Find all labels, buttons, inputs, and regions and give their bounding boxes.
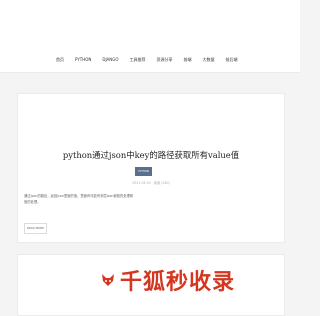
nav-item-home[interactable]: 首页 — [56, 57, 64, 63]
read-more-button[interactable]: READ MORE — [24, 223, 47, 234]
watermark-logo: 千狐秒收录 — [100, 264, 235, 296]
main-nav: 首页 PYTHON DJANGO 工具推荐 资源分享 前端 大数据 前后端 — [56, 57, 249, 63]
nav-item-django[interactable]: DJANGO — [102, 57, 118, 63]
watermark-text: 千狐秒收录 — [120, 270, 236, 295]
nav-item-tools[interactable]: 工具推荐 — [130, 57, 146, 63]
nav-item-bigdata[interactable]: 大数据 — [203, 57, 215, 63]
nav-item-python[interactable]: PYTHON — [75, 57, 91, 63]
nav-item-fullstack[interactable]: 前后端 — [226, 57, 238, 63]
site-header: 首页 PYTHON DJANGO 工具推荐 资源分享 前端 大数据 前后端 — [0, 0, 300, 73]
post-meta: 2021-09-03 · 阅读 (260) — [132, 181, 170, 185]
post-title[interactable]: python通过json中key的路径获取所有value值 — [18, 149, 284, 161]
fox-logo-icon — [102, 274, 114, 286]
post-card: python通过json中key的路径获取所有value值 PYTHON 202… — [17, 93, 285, 243]
nav-item-frontend[interactable]: 前端 — [184, 57, 192, 63]
category-tag[interactable]: PYTHON — [135, 167, 152, 176]
post-excerpt: 通过json的路径，返回json里面的值，里面有可能有多层json嵌套的处理和值… — [24, 194, 134, 204]
nav-item-resources[interactable]: 资源分享 — [157, 57, 173, 63]
